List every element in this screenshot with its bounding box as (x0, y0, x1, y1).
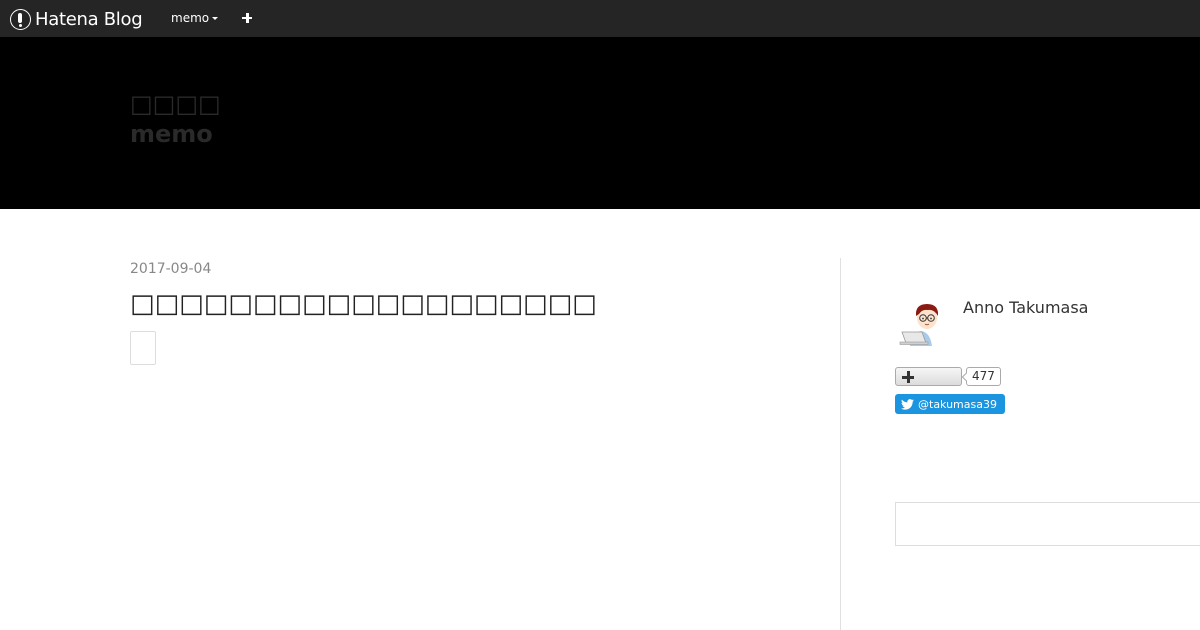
caret-down-icon (212, 17, 219, 20)
blog-header: □□□□ memo (0, 37, 1200, 209)
twitter-bird-icon (901, 398, 914, 410)
blog-menu-dropdown[interactable]: memo (171, 11, 219, 25)
twitter-handle: @takumasa39 (918, 397, 997, 411)
avatar-illustration (896, 296, 946, 346)
entry-title[interactable]: □□□□□□□□□□□□□□□□□□□ (130, 288, 597, 320)
author-avatar[interactable] (896, 296, 946, 346)
logo-text: Hatena Blog (35, 8, 143, 30)
global-header-bar: Hatena Blog memo (0, 0, 1200, 37)
blog-title-link[interactable]: □□□□ memo (130, 89, 221, 149)
blog-menu-label: memo (171, 11, 210, 25)
twitter-follow-button[interactable]: @takumasa39 (895, 394, 1005, 414)
author-name[interactable]: Anno Takumasa (963, 298, 1088, 317)
blog-title-line-2: memo (130, 120, 213, 148)
subscribe-button[interactable] (895, 367, 962, 386)
sidebar-divider (840, 258, 841, 630)
plus-icon[interactable] (241, 11, 253, 25)
blog-title-line-1: □□□□ (130, 90, 221, 118)
plus-icon (902, 371, 914, 383)
sidebar-module-box (895, 502, 1200, 546)
entry-content-placeholder (130, 331, 156, 365)
subscriber-count[interactable]: 477 (966, 367, 1001, 386)
hatena-logo-icon (10, 8, 31, 30)
subscribe-widget: 477 (895, 367, 1001, 386)
entry-date[interactable]: 2017-09-04 (130, 261, 211, 277)
hatena-blog-logo[interactable]: Hatena Blog (10, 7, 143, 31)
